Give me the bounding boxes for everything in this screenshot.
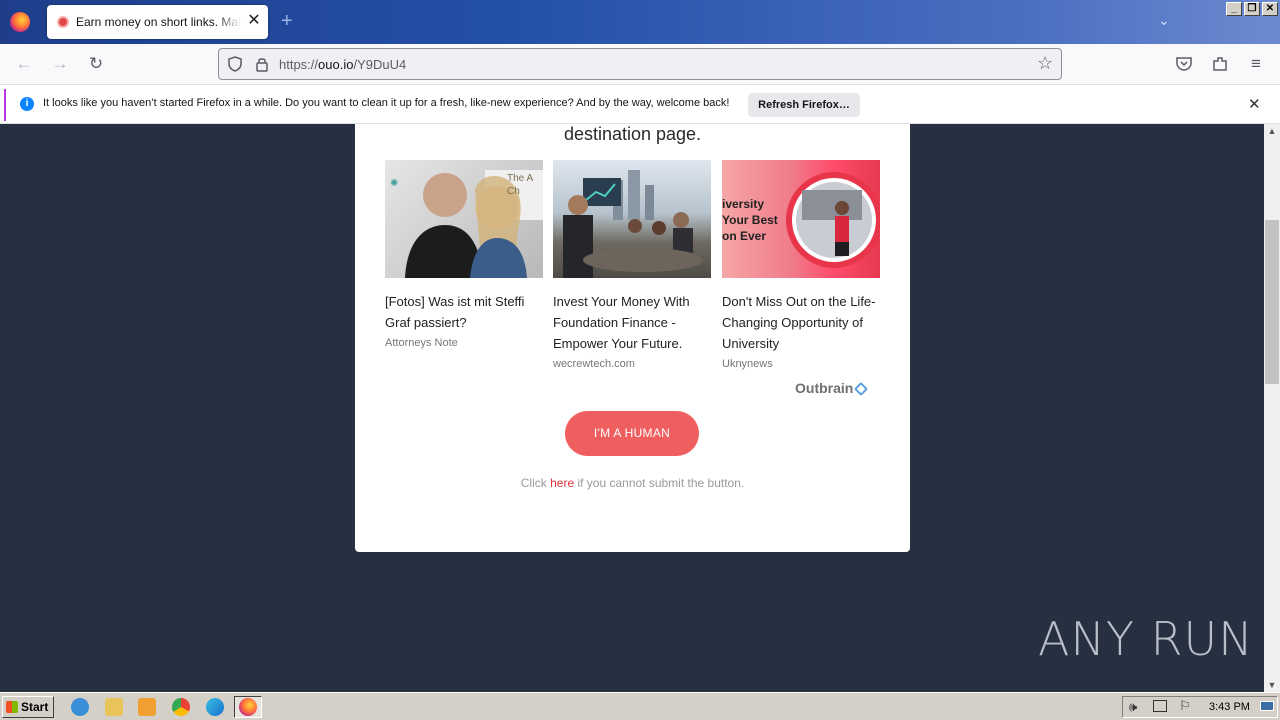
ad-image-caption: The A Ch <box>507 173 534 197</box>
back-icon[interactable]: ← <box>14 54 34 74</box>
outbrain-info-icon[interactable] <box>854 381 869 397</box>
reload-icon[interactable]: ↻ <box>86 54 106 74</box>
ie-icon[interactable] <box>71 698 89 716</box>
ad-item[interactable]: iversity Your Best on Ever Don't Miss Ou… <box>722 160 880 370</box>
ad-source: wecrewtech.com <box>553 358 635 370</box>
navigation-bar: ← → ↻ https://ouo.io/Y9DuU4 ☆ ≡ <box>0 44 1280 84</box>
page-scrollbar[interactable]: ▲ ▼ <box>1264 124 1280 692</box>
content-card: destination page. ✺ The A Ch [Fotos] Was… <box>355 124 910 552</box>
svg-text:✺: ✺ <box>390 178 398 189</box>
notification-accent <box>4 89 6 121</box>
ad-image[interactable]: ✺ The A Ch <box>385 160 543 278</box>
url-bar[interactable]: https://ouo.io/Y9DuU4 ☆ <box>218 48 1062 80</box>
explorer-folder-icon[interactable] <box>105 698 123 716</box>
window-controls: _ ❐ ✕ <box>1226 2 1278 16</box>
volume-icon[interactable]: 🕪 <box>1129 699 1137 715</box>
ad-item[interactable]: Invest Your Money With Foundation Financ… <box>553 160 711 370</box>
close-window-icon[interactable]: ✕ <box>1262 2 1278 16</box>
refresh-firefox-notification: i It looks like you haven’t started Fire… <box>0 84 1280 124</box>
page-heading: destination page. <box>563 124 702 144</box>
network-icon[interactable] <box>1153 700 1167 712</box>
tab-bar: Earn money on short links. Make sh ✕ + ⌄… <box>0 0 1280 44</box>
edge-icon[interactable] <box>206 698 224 716</box>
outbrain-logo[interactable]: Outbrain <box>795 380 869 397</box>
click-here-line: Click here if you cannot submit the butt… <box>355 476 910 490</box>
scroll-down-arrow-icon[interactable]: ▼ <box>1264 678 1280 692</box>
forward-icon[interactable]: → <box>50 54 70 74</box>
click-suffix: if you cannot submit the button. <box>574 476 745 490</box>
ad-image[interactable] <box>553 160 711 278</box>
start-label: Start <box>21 700 49 714</box>
pocket-icon[interactable] <box>1175 55 1193 73</box>
im-a-human-button[interactable]: I'M A HUMAN <box>565 411 699 456</box>
system-tray: 🕪 ⚐ 3:43 PM <box>1122 696 1278 718</box>
taskbar-firefox-button[interactable] <box>234 696 262 718</box>
menu-hamburger-icon[interactable]: ≡ <box>1246 54 1266 74</box>
tab-close-icon[interactable]: ✕ <box>246 12 262 30</box>
ad-title[interactable]: Don't Miss Out on the Life-Changing Oppo… <box>722 291 880 354</box>
notification-close-icon[interactable]: ✕ <box>1248 95 1261 113</box>
show-desktop-icon[interactable] <box>1260 701 1274 711</box>
notification-message: It looks like you haven’t started Firefo… <box>43 97 730 109</box>
list-tabs-chevron-icon[interactable]: ⌄ <box>1158 12 1170 29</box>
ad-source: Uknynews <box>722 358 773 370</box>
minimize-icon[interactable]: _ <box>1226 2 1242 16</box>
firefox-icon <box>239 698 257 716</box>
new-tab-icon[interactable]: + <box>281 10 293 32</box>
click-prefix: Click <box>520 476 551 490</box>
extensions-icon[interactable] <box>1211 55 1229 73</box>
info-icon: i <box>20 97 34 111</box>
refresh-firefox-button[interactable]: Refresh Firefox… <box>748 93 860 117</box>
flag-icon[interactable]: ⚐ <box>1179 698 1191 714</box>
page-viewport: destination page. ✺ The A Ch [Fotos] Was… <box>0 124 1264 692</box>
url-text[interactable]: https://ouo.io/Y9DuU4 <box>279 57 406 72</box>
ad-source: Attorneys Note <box>385 337 458 349</box>
chrome-icon[interactable] <box>172 698 190 716</box>
start-button[interactable]: Start <box>2 696 54 718</box>
windows-taskbar: Start 🕪 ⚐ 3:43 PM <box>0 692 1280 720</box>
scroll-thumb[interactable] <box>1265 220 1279 384</box>
lock-icon[interactable] <box>255 56 269 72</box>
scroll-up-arrow-icon[interactable]: ▲ <box>1264 124 1280 138</box>
ad-title[interactable]: [Fotos] Was ist mit Steffi Graf passiert… <box>385 291 543 333</box>
restore-icon[interactable]: ❐ <box>1244 2 1260 16</box>
here-link[interactable]: here <box>550 476 574 490</box>
media-player-icon[interactable] <box>138 698 156 716</box>
tab-favicon-icon <box>57 16 69 28</box>
ad-title[interactable]: Invest Your Money With Foundation Financ… <box>553 291 711 354</box>
ad-item[interactable]: ✺ The A Ch [Fotos] Was ist mit Steffi Gr… <box>385 160 543 349</box>
tab-title: Earn money on short links. Make sh <box>76 15 241 29</box>
shield-icon[interactable] <box>227 56 243 72</box>
active-tab[interactable]: Earn money on short links. Make sh ✕ <box>47 5 268 39</box>
anyrun-watermark: ANY RUN <box>1038 612 1254 666</box>
bookmark-star-icon[interactable]: ☆ <box>1037 53 1053 74</box>
firefox-menu-icon[interactable] <box>10 12 30 32</box>
outbrain-label: Outbrain <box>795 380 854 396</box>
ad-image[interactable]: iversity Your Best on Ever <box>722 160 880 278</box>
windows-logo-icon <box>6 701 18 713</box>
clock[interactable]: 3:43 PM <box>1209 701 1250 713</box>
ad-image-caption: iversity Your Best on Ever <box>722 197 778 243</box>
